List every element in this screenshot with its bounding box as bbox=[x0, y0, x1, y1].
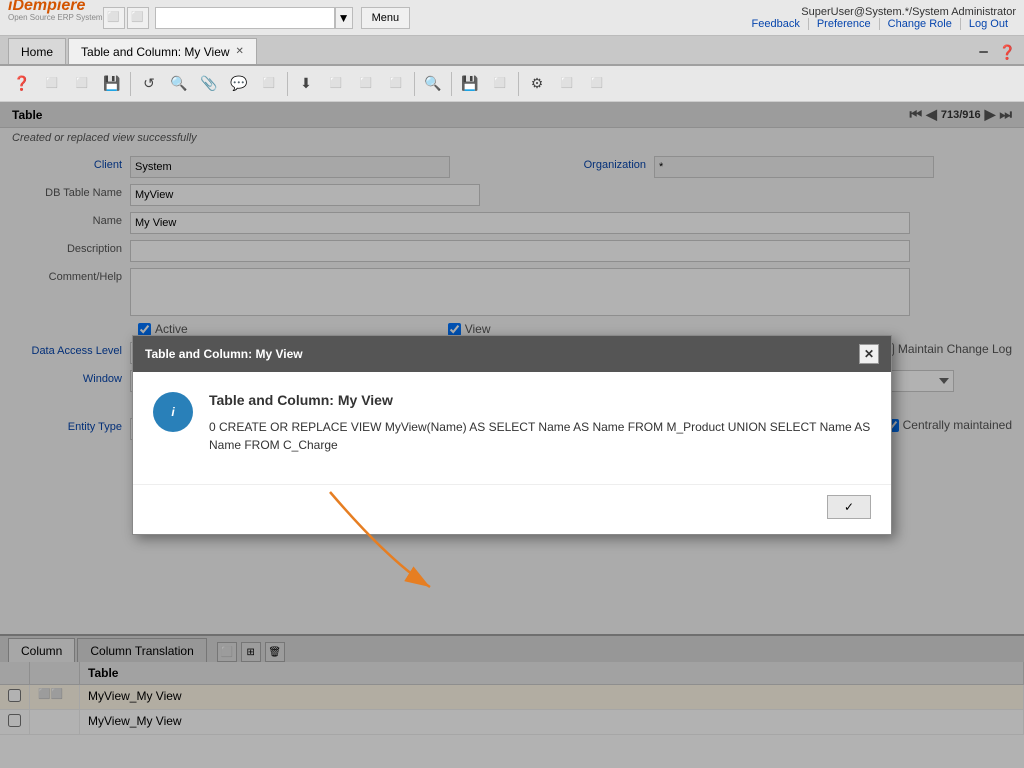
tab-home[interactable]: Home bbox=[8, 38, 66, 64]
dialog-message-text: 0 CREATE OR REPLACE VIEW MyView(Name) AS… bbox=[209, 418, 871, 454]
logout-link[interactable]: Log Out bbox=[961, 18, 1016, 30]
tb-chart-btn[interactable]: ⬜ bbox=[352, 70, 380, 98]
dialog-title: Table and Column: My View bbox=[145, 347, 303, 361]
tb-settings-btn[interactable]: ⚙ bbox=[523, 70, 551, 98]
tb-save-btn[interactable]: 💾 bbox=[98, 70, 126, 98]
tb-find-btn[interactable]: 🔍 bbox=[419, 70, 447, 98]
dialog-footer: ✓ bbox=[133, 484, 891, 529]
tb-grid-btn[interactable]: ⬜ bbox=[322, 70, 350, 98]
dialog: Table and Column: My View ✕ i Table and … bbox=[132, 335, 892, 535]
window-selector[interactable] bbox=[155, 7, 335, 29]
minimize-icon[interactable]: 🗕 bbox=[979, 40, 989, 64]
tab-right-controls: 🗕 ❓ bbox=[979, 40, 1016, 64]
toolbar: ❓ ⬜ ⬜ 💾 ↺ 🔍 📎 💬 ⬜ ⬇ ⬜ ⬜ ⬜ 🔍 💾 ⬜ ⚙ ⬜ ⬜ bbox=[0, 66, 1024, 102]
tb-attach-btn[interactable]: 📎 bbox=[195, 70, 223, 98]
tab-bar: Home Table and Column: My View ✕ 🗕 ❓ bbox=[0, 36, 1024, 66]
tb-export-btn[interactable]: ⬜ bbox=[382, 70, 410, 98]
tb-sep3 bbox=[414, 72, 415, 96]
tb-copy-btn[interactable]: ⬜ bbox=[68, 70, 96, 98]
main-area: Table ⏮ ◀ 713/916 ▶ ⏭ Created or replace… bbox=[0, 102, 1024, 768]
dialog-content: Table and Column: My View 0 CREATE OR RE… bbox=[209, 392, 871, 454]
logo: iDempiereOpen Source ERP System bbox=[8, 0, 103, 38]
dialog-row: i Table and Column: My View 0 CREATE OR … bbox=[153, 392, 871, 454]
menu-button[interactable]: Menu bbox=[361, 7, 411, 29]
tb-sep1 bbox=[130, 72, 131, 96]
tab-close-icon[interactable]: ✕ bbox=[236, 46, 244, 57]
top-links: Feedback Preference Change Role Log Out bbox=[744, 18, 1016, 30]
dialog-overlay: Table and Column: My View ✕ i Table and … bbox=[0, 102, 1024, 768]
dialog-titlebar: Table and Column: My View ✕ bbox=[133, 336, 891, 372]
preference-link[interactable]: Preference bbox=[809, 18, 880, 30]
tb-print-btn[interactable]: 💾 bbox=[456, 70, 484, 98]
tb-sep2 bbox=[287, 72, 288, 96]
window-dropdown-arrow[interactable]: ▼ bbox=[335, 7, 353, 29]
dialog-ok-icon: ✓ bbox=[844, 500, 854, 514]
dialog-icon-label: i bbox=[171, 405, 174, 419]
tb-history-btn[interactable]: ⬜ bbox=[255, 70, 283, 98]
tb-mail-btn[interactable]: ⬜ bbox=[486, 70, 514, 98]
tb-search-btn[interactable]: 🔍 bbox=[165, 70, 193, 98]
help-icon[interactable]: ❓ bbox=[999, 44, 1016, 61]
top-icon-square2[interactable]: ⬜ bbox=[127, 7, 149, 29]
tb-help-btn[interactable]: ❓ bbox=[8, 70, 36, 98]
top-icon-square1[interactable]: ⬜ bbox=[103, 7, 125, 29]
tb-extra-btn[interactable]: ⬜ bbox=[583, 70, 611, 98]
tb-new-btn[interactable]: ⬜ bbox=[38, 70, 66, 98]
dialog-info-icon: i bbox=[153, 392, 193, 432]
user-info: SuperUser@System.*/System Administrator bbox=[801, 6, 1016, 18]
tb-sep4 bbox=[451, 72, 452, 96]
top-icons: ⬜ ⬜ bbox=[103, 7, 149, 29]
feedback-link[interactable]: Feedback bbox=[744, 18, 809, 30]
top-bar: iDempiereOpen Source ERP System ⬜ ⬜ ▼ Me… bbox=[0, 0, 1024, 36]
tab-table-column-label: Table and Column: My View bbox=[81, 45, 230, 59]
change-role-link[interactable]: Change Role bbox=[880, 18, 961, 30]
tb-chat-btn[interactable]: 💬 bbox=[225, 70, 253, 98]
tb-down-btn[interactable]: ⬇ bbox=[292, 70, 320, 98]
dialog-message-title: Table and Column: My View bbox=[209, 392, 871, 408]
tab-table-column[interactable]: Table and Column: My View ✕ bbox=[68, 38, 257, 64]
tb-sep5 bbox=[518, 72, 519, 96]
dialog-close-btn[interactable]: ✕ bbox=[859, 344, 879, 364]
dialog-ok-btn[interactable]: ✓ bbox=[827, 495, 871, 519]
top-right: SuperUser@System.*/System Administrator … bbox=[744, 6, 1016, 30]
tb-refresh-btn[interactable]: ↺ bbox=[135, 70, 163, 98]
tab-home-label: Home bbox=[21, 45, 53, 59]
dialog-body: i Table and Column: My View 0 CREATE OR … bbox=[133, 372, 891, 464]
tb-info-btn[interactable]: ⬜ bbox=[553, 70, 581, 98]
